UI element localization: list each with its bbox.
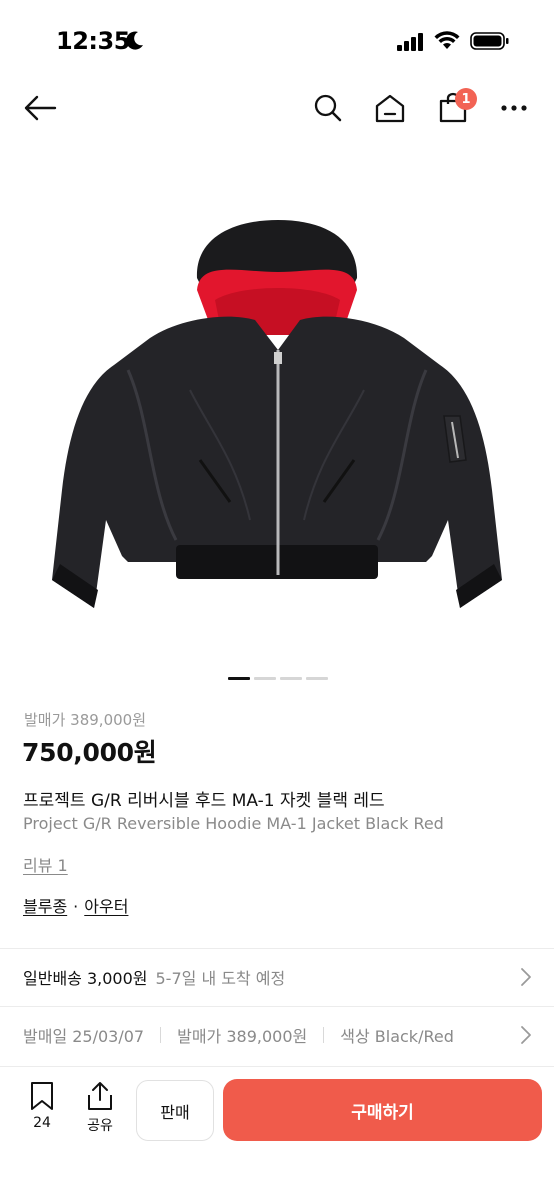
status-time: 12:35: [56, 27, 130, 55]
back-arrow-icon[interactable]: [18, 86, 62, 130]
carousel-dot-active: [228, 677, 250, 680]
carousel-dot: [306, 677, 328, 680]
sell-button[interactable]: 판매: [136, 1080, 214, 1141]
product-meta-row[interactable]: 발매일 25/03/07 발매가 389,000원 색상 Black/Red: [0, 1007, 554, 1063]
wifi-icon: [434, 31, 460, 49]
share-label: 공유: [87, 1118, 113, 1134]
jacket-illustration: [52, 220, 502, 608]
home-icon[interactable]: [368, 86, 412, 130]
color-info: 색상 Black/Red: [340, 1027, 454, 1046]
buy-button[interactable]: 구매하기: [223, 1079, 542, 1141]
shipping-fee: 일반배송 3,000원: [23, 969, 148, 988]
category-breadcrumb: 블루종 · 아우터: [23, 893, 128, 917]
product-title-english: Project G/R Reversible Hoodie MA-1 Jacke…: [23, 814, 444, 833]
shipping-eta: 5-7일 내 도착 예정: [155, 969, 286, 988]
chevron-right-icon: [521, 968, 531, 986]
shipping-info-row[interactable]: 일반배송 3,000원 5-7일 내 도착 예정: [0, 949, 554, 1005]
release-price: 발매가 389,000원: [177, 1027, 308, 1046]
bookmark-icon: [31, 1082, 53, 1110]
top-nav-bar: 1: [0, 80, 554, 136]
bookmark-count: 24: [33, 1115, 51, 1131]
chevron-right-icon: [521, 1026, 531, 1044]
moon-icon: [126, 31, 143, 50]
product-title-korean: 프로젝트 G/R 리버시블 후드 MA-1 자켓 블랙 레드: [23, 791, 385, 811]
category-separator: ·: [73, 897, 79, 916]
cellular-signal-icon: [397, 33, 423, 51]
battery-icon: [470, 32, 509, 50]
image-carousel-indicator: [228, 677, 328, 680]
share-button[interactable]: 공유: [76, 1081, 124, 1137]
release-date: 발매일 25/03/07: [23, 1027, 145, 1046]
status-bar: 12:35: [0, 0, 554, 80]
bottom-action-bar: 24 공유 판매 구매하기: [0, 1066, 554, 1200]
product-price: 750,000원: [22, 738, 157, 767]
carousel-dot: [254, 677, 276, 680]
category-link-secondary[interactable]: 아우터: [84, 897, 128, 916]
product-image[interactable]: [0, 160, 554, 660]
bookmark-button[interactable]: 24: [18, 1081, 66, 1137]
meta-separator: [160, 1027, 162, 1043]
meta-separator: [323, 1027, 325, 1043]
search-icon[interactable]: [306, 86, 350, 130]
review-link[interactable]: 리뷰 1: [23, 852, 68, 876]
carousel-dot: [280, 677, 302, 680]
more-icon[interactable]: [492, 86, 536, 130]
original-release-price: 발매가 389,000원: [24, 711, 146, 729]
category-link-primary[interactable]: 블루종: [23, 897, 67, 916]
share-icon: [88, 1082, 112, 1110]
cart-count-badge: 1: [455, 88, 477, 110]
